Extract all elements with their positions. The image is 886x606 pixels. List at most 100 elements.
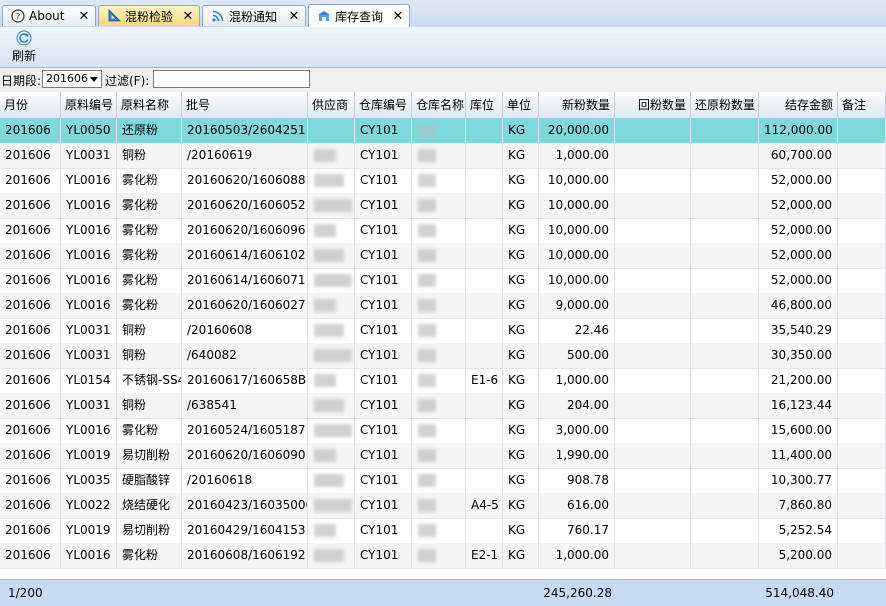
col-balance-amount-header[interactable]: 结存金额 — [759, 92, 838, 118]
col-month-cell: 201606 — [0, 393, 61, 418]
col-month-cell: 201606 — [0, 218, 61, 243]
redacted-supplier — [314, 274, 352, 287]
col-month-cell: 201606 — [0, 343, 61, 368]
col-material-code-header[interactable]: 原料编号 — [61, 92, 117, 118]
table-row[interactable]: 201606 YL0016 雾化粉 20160614/1606071 CY101 KG 10… — [0, 268, 886, 294]
col-remark-cell — [838, 443, 886, 468]
col-return-qty-header[interactable]: 回粉数量 — [615, 92, 691, 118]
col-return-qty-cell — [615, 343, 691, 368]
col-warehouse-code-cell: CY101 — [355, 143, 412, 168]
table-row[interactable]: 201606 YL0031 铜粉/20160619 CY101 KG 1,000.00 60… — [0, 143, 886, 169]
close-icon[interactable]: ✕ — [77, 9, 91, 24]
col-balance-amount-cell: 52,000.00 — [759, 268, 838, 293]
col-unit-header[interactable]: 单位 — [503, 92, 539, 118]
col-month-cell: 201606 — [0, 418, 61, 443]
col-supplier-cell — [308, 143, 355, 168]
tab-mix-inspection[interactable]: 混粉检验 ✕ — [98, 5, 200, 26]
close-icon[interactable]: ✕ — [181, 9, 195, 24]
col-batch-cell: 20160423/16035000: — [182, 493, 308, 518]
col-return-qty-cell — [615, 418, 691, 443]
col-month-cell: 201606 — [0, 318, 61, 343]
col-material-name-header[interactable]: 原料名称 — [117, 92, 182, 118]
col-return-qty-cell — [615, 293, 691, 318]
page-indicator: 1/200 — [8, 586, 43, 600]
table-row[interactable]: 201606 YL0016 雾化粉 20160614/1606102 CY101 KG 10… — [0, 243, 886, 269]
col-material-code-cell: YL0016 — [61, 218, 117, 243]
refresh-label: 刷新 — [11, 49, 36, 63]
col-balance-amount-cell: 5,252.54 — [759, 518, 838, 543]
table-row[interactable]: 201606 YL0022 烧结硬化 20160423/16035000: CY101 A… — [0, 493, 886, 519]
table-row[interactable]: 201606 YL0016 雾化粉 20160620/1606088 CY101 KG 10… — [0, 168, 886, 194]
col-month-cell: 201606 — [0, 518, 61, 543]
col-material-code-cell: YL0016 — [61, 418, 117, 443]
col-new-qty-header[interactable]: 新粉数量 — [539, 92, 615, 118]
col-batch-cell: /20160618 — [182, 468, 308, 493]
col-unit-cell: KG — [503, 118, 539, 143]
col-reduced-qty-cell — [691, 318, 759, 343]
tab-mix-inspection-label: 混粉检验 — [125, 9, 174, 24]
col-new-qty-cell: 500.00 — [539, 343, 615, 368]
col-supplier-cell — [308, 418, 355, 443]
table-row[interactable]: 201606 YL0031 铜粉/640082 CY101 KG 500.00 30,350… — [0, 343, 886, 369]
col-warehouse-name-cell — [412, 143, 466, 168]
col-new-qty-cell: 1,000.00 — [539, 143, 615, 168]
col-supplier-header[interactable]: 供应商 — [308, 92, 355, 118]
col-remark-cell — [838, 243, 886, 268]
table-row[interactable]: 201606 YL0016 雾化粉 20160620/1606096 CY101 KG 10… — [0, 218, 886, 244]
table-row[interactable]: 201606 YL0035 硬脂酸锌/20160618 CY101 KG 908.78 10… — [0, 468, 886, 494]
col-remark-cell — [838, 268, 886, 293]
tab-inventory-query[interactable]: 库存查询 ✕ — [308, 4, 410, 27]
close-icon[interactable]: ✕ — [391, 9, 405, 24]
table-row[interactable]: 201606 YL0016 雾化粉 20160620/1606027 CY101 KG 9,… — [0, 293, 886, 319]
col-reduced-qty-header[interactable]: 还原粉数量 — [691, 92, 759, 118]
col-return-qty-cell — [615, 368, 691, 393]
tab-about[interactable]: ? About ✕ — [2, 5, 96, 26]
col-month-header[interactable]: 月份 — [0, 92, 61, 118]
tab-mix-notice[interactable]: 混粉通知 ✕ — [202, 5, 306, 26]
period-select[interactable]: 201606 — [42, 70, 102, 88]
col-supplier-cell — [308, 293, 355, 318]
refresh-button[interactable]: 刷新 — [6, 29, 42, 65]
col-batch-header[interactable]: 批号 — [182, 92, 308, 118]
col-supplier-cell — [308, 118, 355, 143]
col-warehouse-code-header[interactable]: 仓库编号 — [355, 92, 412, 118]
col-material-name-cell: 雾化粉 — [117, 168, 182, 193]
col-supplier-cell — [308, 443, 355, 468]
redacted-warehouse-name — [418, 199, 436, 212]
table-row[interactable]: 201606 YL0050 还原粉 20160503/2604251 CY101 KG 20… — [0, 118, 886, 144]
col-remark-header[interactable]: 备注 — [838, 92, 886, 118]
table-row[interactable]: 201606 YL0031 铜粉/20160608 CY101 KG 22.46 35,54… — [0, 318, 886, 344]
col-remark-cell — [838, 543, 886, 568]
close-icon[interactable]: ✕ — [287, 9, 301, 24]
table-row[interactable]: 201606 YL0031 铜粉/638541 CY101 KG 204.00 16,123… — [0, 393, 886, 419]
filter-input[interactable] — [153, 70, 310, 88]
chevron-down-icon[interactable] — [90, 77, 98, 82]
col-reduced-qty-cell — [691, 343, 759, 368]
col-unit-cell: KG — [503, 493, 539, 518]
col-new-qty-cell: 204.00 — [539, 393, 615, 418]
col-unit-cell: KG — [503, 518, 539, 543]
redacted-warehouse-name — [418, 324, 436, 337]
col-warehouse-name-header[interactable]: 仓库名称 — [412, 92, 466, 118]
col-batch-cell: 20160617/160658BK — [182, 368, 308, 393]
period-label: 日期段: — [1, 74, 42, 88]
redacted-supplier — [314, 524, 336, 537]
col-supplier-cell — [308, 243, 355, 268]
col-balance-amount-cell: 52,000.00 — [759, 243, 838, 268]
table-row[interactable]: 201606 YL0019 易切削粉 20160429/1604153 CY101 KG 7… — [0, 518, 886, 544]
table-row[interactable]: 201606 YL0016 雾化粉 20160620/1606052 CY101 KG 10… — [0, 193, 886, 219]
table-row[interactable]: 201606 YL0016 雾化粉 20160608/1606192 CY101 E2-1… — [0, 543, 886, 569]
table-row[interactable]: 201606 YL0016 雾化粉 20160524/1605187 CY101 KG 3,… — [0, 418, 886, 444]
col-remark-cell — [838, 468, 886, 493]
redacted-warehouse-name — [418, 474, 436, 487]
col-supplier-cell — [308, 218, 355, 243]
col-unit-cell: KG — [503, 443, 539, 468]
col-remark-cell — [838, 368, 886, 393]
col-reduced-qty-cell — [691, 468, 759, 493]
col-warehouse-code-cell: CY101 — [355, 393, 412, 418]
table-row[interactable]: 201606 YL0154 不锈钢-SS4 20160617/160658BK CY10… — [0, 368, 886, 394]
table-row[interactable]: 201606 YL0019 易切削粉 20160620/1606090 CY101 KG 1… — [0, 443, 886, 469]
col-location-header[interactable]: 库位 — [466, 92, 503, 118]
col-unit-cell: KG — [503, 543, 539, 568]
col-batch-cell: 20160524/1605187 — [182, 418, 308, 443]
